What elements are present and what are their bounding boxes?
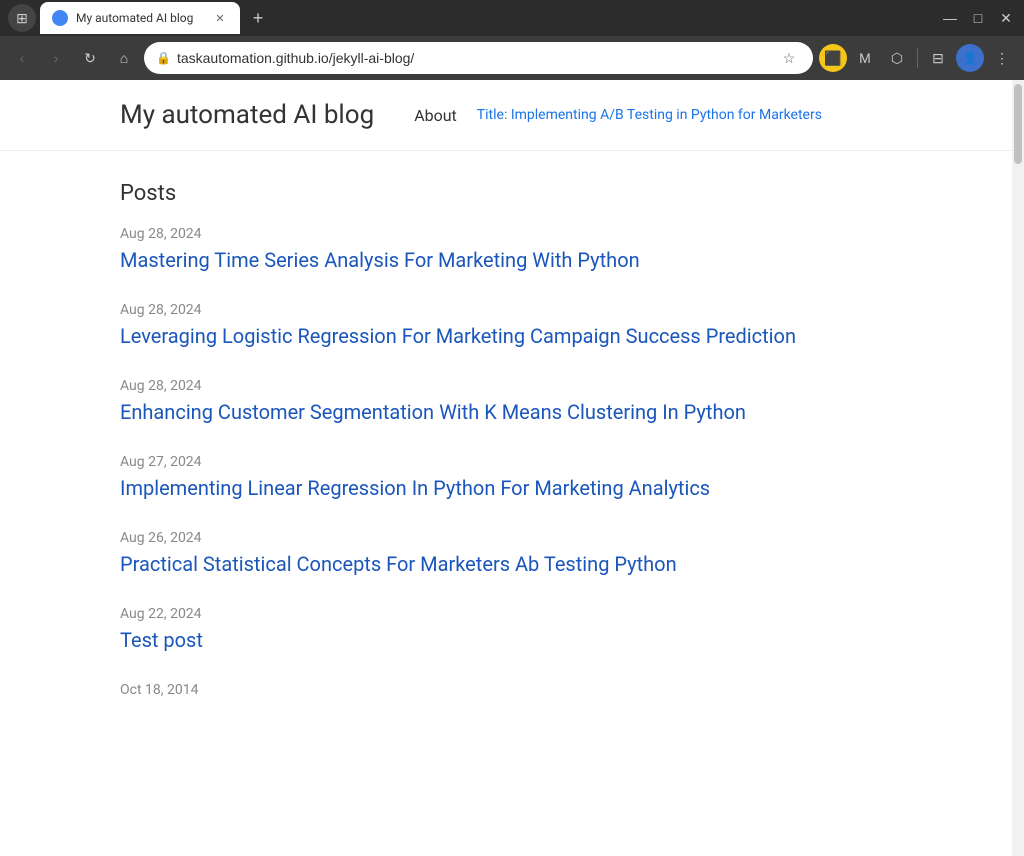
new-tab-button[interactable]: + [244, 4, 272, 32]
close-window-icon: ✕ [1000, 10, 1012, 27]
browser-addressbar: ‹ › ↻ ⌂ 🔒 ☆ ⬛ M ⬡ [0, 36, 1024, 80]
toolbar-right: ⬛ M ⬡ ⊟ 👤 ⋮ [819, 44, 1016, 72]
puzzle-icon: ⬛ [824, 50, 841, 67]
about-nav-link[interactable]: About [414, 106, 457, 125]
minimize-button[interactable]: — [940, 8, 960, 28]
forward-button[interactable]: › [42, 44, 70, 72]
scrollbar-thumb[interactable] [1014, 84, 1022, 164]
list-item: Aug 27, 2024 Implementing Linear Regress… [120, 454, 892, 502]
profile-avatar: 👤 [963, 51, 978, 65]
list-item: Aug 28, 2024 Enhancing Customer Segmenta… [120, 378, 892, 426]
list-item: Aug 26, 2024 Practical Statistical Conce… [120, 530, 892, 578]
back-button[interactable]: ‹ [8, 44, 36, 72]
cast-icon: ⊟ [932, 50, 944, 67]
post-link[interactable]: Mastering Time Series Analysis For Marke… [120, 246, 892, 274]
site-title[interactable]: My automated AI blog [120, 100, 374, 130]
reload-button[interactable]: ↻ [76, 44, 104, 72]
close-window-button[interactable]: ✕ [996, 8, 1016, 28]
post-link[interactable]: Enhancing Customer Segmentation With K M… [120, 398, 892, 426]
site-header: My automated AI blog About Title: Implem… [0, 80, 1012, 151]
new-tab-icon: + [253, 8, 264, 29]
post-date: Oct 18, 2014 [120, 682, 892, 698]
browser-titlebar: ⊞ My automated AI blog ✕ + — □ ✕ [0, 0, 1024, 36]
browser-content-area: My automated AI blog About Title: Implem… [0, 80, 1024, 856]
list-item: Aug 28, 2024 Mastering Time Series Analy… [120, 226, 892, 274]
post-date: Aug 28, 2024 [120, 226, 892, 242]
tab-grid-icon: ⊞ [16, 10, 28, 27]
profile-button[interactable]: 👤 [956, 44, 984, 72]
mail-button[interactable]: M [851, 44, 879, 72]
address-bar-container: 🔒 ☆ [144, 42, 813, 74]
post-link[interactable]: Test post [120, 626, 892, 654]
tab-extensions-button[interactable]: ⊞ [8, 4, 36, 32]
share-button[interactable]: ⬡ [883, 44, 911, 72]
page-content: My automated AI blog About Title: Implem… [0, 80, 1012, 856]
lock-icon: 🔒 [156, 51, 171, 65]
list-item: Oct 18, 2014 [120, 682, 892, 698]
cast-button[interactable]: ⊟ [924, 44, 952, 72]
browser-chrome: ⊞ My automated AI blog ✕ + — □ ✕ [0, 0, 1024, 80]
site-nav: About Title: Implementing A/B Testing in… [414, 106, 822, 125]
address-input[interactable] [177, 50, 771, 66]
list-item: Aug 22, 2024 Test post [120, 606, 892, 654]
post-link[interactable]: Leveraging Logistic Regression For Marke… [120, 322, 892, 350]
scrollbar[interactable] [1012, 80, 1024, 856]
maximize-button[interactable]: □ [968, 8, 988, 28]
post-date: Aug 28, 2024 [120, 302, 892, 318]
list-item: Aug 28, 2024 Leveraging Logistic Regress… [120, 302, 892, 350]
home-icon: ⌂ [120, 50, 128, 66]
chrome-menu-button[interactable]: ⋮ [988, 44, 1016, 72]
post-date: Aug 27, 2024 [120, 454, 892, 470]
nav-highlight-text: Title: Implementing A/B Testing in Pytho… [477, 107, 822, 123]
mail-icon: M [859, 50, 871, 66]
forward-icon: › [54, 50, 59, 66]
tab-title-text: My automated AI blog [76, 11, 204, 25]
post-date: Aug 28, 2024 [120, 378, 892, 394]
posts-heading: Posts [120, 181, 892, 206]
tab-close-icon: ✕ [215, 12, 224, 25]
post-link[interactable]: Practical Statistical Concepts For Marke… [120, 550, 892, 578]
posts-section: Posts Aug 28, 2024 Mastering Time Series… [0, 151, 1012, 756]
toolbar-divider [917, 48, 918, 68]
back-icon: ‹ [20, 50, 25, 66]
extensions-puzzle-button[interactable]: ⬛ [819, 44, 847, 72]
reload-icon: ↻ [84, 50, 96, 67]
active-tab[interactable]: My automated AI blog ✕ [40, 2, 240, 34]
bookmark-star-button[interactable]: ☆ [777, 46, 801, 70]
post-date: Aug 22, 2024 [120, 606, 892, 622]
tab-favicon [52, 10, 68, 26]
tab-close-button[interactable]: ✕ [212, 10, 228, 26]
post-date: Aug 26, 2024 [120, 530, 892, 546]
home-button[interactable]: ⌂ [110, 44, 138, 72]
minimize-icon: — [943, 10, 957, 26]
star-icon: ☆ [783, 50, 796, 66]
menu-icon: ⋮ [995, 50, 1009, 67]
maximize-icon: □ [974, 10, 982, 26]
post-link[interactable]: Implementing Linear Regression In Python… [120, 474, 892, 502]
share-icon: ⬡ [891, 50, 903, 67]
window-controls: — □ ✕ [940, 8, 1016, 28]
